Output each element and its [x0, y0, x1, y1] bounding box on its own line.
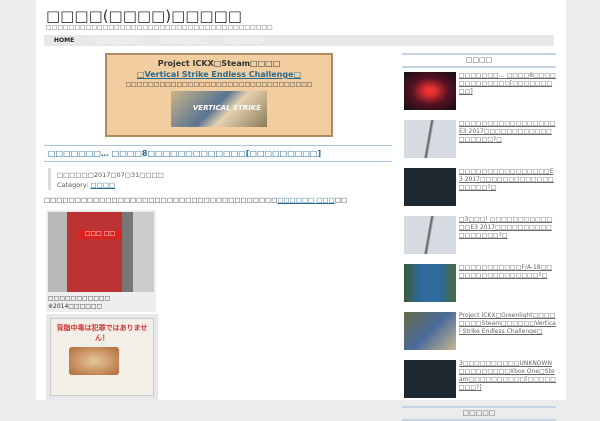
sidebar-heading-2: □□□□□	[402, 406, 556, 421]
post-date: □□□□□□2017□07□31□□□□	[57, 171, 164, 179]
shop-photo[interactable]: □□□ □□	[46, 210, 156, 294]
thumbnail[interactable]	[404, 168, 456, 206]
promo-banner[interactable]: Project ICKX□Steam□□□□ □Vertical Strike …	[105, 53, 333, 137]
thumbnail[interactable]	[404, 312, 456, 350]
nav-bar: HOME □□□□□□□□ □□□□□□□□ □□□□□□ ▾	[44, 35, 554, 46]
sidebar-link[interactable]: □□□□□□□… □□□□8□□□□□□□□□□□□□[□□□□□□□□□]	[459, 72, 556, 116]
sidebar-item[interactable]: □□□□□□□□□□□□□□□□□E3 2017□□□□□□□□□□□□□□□□…	[402, 120, 556, 164]
post-meta: □□□□□□2017□07□31□□□□ Category: □□□□	[48, 168, 392, 190]
sidebar-link[interactable]: □□□□□□□□□□□□□□□□E3 2017□□□□□□□□□□□□□□□□□…	[459, 168, 556, 212]
sidebar-item[interactable]: Project ICKX□Greenlight□□□□□□□□Steam□□□□…	[402, 312, 556, 356]
caption-line2: ※2014□□□□□□	[48, 303, 103, 310]
nav-item[interactable]: □□□□□□□□	[84, 37, 149, 44]
poster-photo[interactable]: 背脂中毒は犯罪ではありません！	[46, 314, 158, 400]
site-tagline: □□□□□□□□□□□□□□□□□□□□□□□□□□□□□□□□□□□□□□□□	[46, 24, 273, 31]
category-link[interactable]: □□□□	[91, 181, 116, 189]
banner-image-text: VERTICAL STRIKE	[192, 104, 261, 112]
photo-caption: □□□□□□□□□□□ ※2014□□□□□□	[46, 294, 156, 312]
thumbnail[interactable]	[404, 360, 456, 398]
caption-line1: □□□□□□□□□□□	[48, 295, 111, 302]
nav-home[interactable]: HOME	[44, 37, 84, 44]
thumbnail[interactable]	[404, 216, 456, 254]
sidebar-link[interactable]: □3□□□! □□□□□□□□□□□□□E3 2017□□□□□□□□□□□□□…	[459, 216, 556, 260]
post-body: □□□□□□□□□□□□□□□□□□□□□□□□□□□□□□□□□□□□□□□□…	[44, 196, 347, 204]
sidebar-link[interactable]: 3□□□□□□□□□□UNKNOWN□□□□□□□□□Xbox One□Stea…	[459, 360, 556, 404]
poster-text: 背脂中毒は犯罪ではありません！	[56, 324, 148, 342]
body-link[interactable]: □□□□□□ □□□	[277, 196, 334, 204]
sidebar-item[interactable]: □□□□□□□□□□□F/A-18□□□□□□□□□□□□□□□□?□	[402, 264, 556, 308]
shop-sign: □□□ □□	[77, 229, 123, 240]
thumbnail[interactable]	[404, 120, 456, 158]
body-text: □□□□□□□□□□□□□□□□□□□□□□□□□□□□□□□□□□□□□□	[44, 196, 278, 204]
sidebar: □□□□ □□□□□□□… □□□□8□□□□□□□□□□□□□[□□□□□□□…	[402, 53, 556, 421]
banner-image[interactable]: VERTICAL STRIKE	[171, 91, 267, 127]
thumbnail[interactable]	[404, 264, 456, 302]
banner-line1: Project ICKX□Steam□□□□	[157, 59, 281, 68]
banner-line3: □□□□□□□□□□□□□□□□□□□□□□□□□□□□□□□□□	[125, 81, 313, 88]
site-title[interactable]: □□□□(□□□□)□□□□□	[46, 7, 242, 25]
sidebar-link[interactable]: Project ICKX□Greenlight□□□□□□□□Steam□□□□…	[459, 312, 556, 356]
post-title[interactable]: □□□□□□□… □□□□8□□□□□□□□□□□□□[□□□□□□□□□]	[44, 145, 392, 162]
category-label: Category:	[57, 181, 89, 189]
sidebar-item[interactable]: □□□□□□□□□□□□□□□□E3 2017□□□□□□□□□□□□□□□□□…	[402, 168, 556, 212]
sidebar-link[interactable]: □□□□□□□□□□□□□□□□□E3 2017□□□□□□□□□□□□□□□□…	[459, 120, 556, 164]
sidebar-item[interactable]: □□□□□□□… □□□□8□□□□□□□□□□□□□[□□□□□□□□□]	[402, 72, 556, 116]
sidebar-link[interactable]: □□□□□□□□□□□F/A-18□□□□□□□□□□□□□□□□?□	[459, 264, 556, 308]
nav-item[interactable]: □□□□□□ ▾	[215, 37, 274, 44]
sidebar-heading: □□□□	[402, 53, 556, 68]
body-end: □□	[334, 196, 348, 204]
ramen-image	[69, 347, 119, 375]
nav-item[interactable]: □□□□□□□□	[150, 37, 215, 44]
sidebar-item[interactable]: 3□□□□□□□□□□UNKNOWN□□□□□□□□□Xbox One□Stea…	[402, 360, 556, 404]
page: □□□□(□□□□)□□□□□ □□□□□□□□□□□□□□□□□□□□□□□□…	[36, 0, 566, 421]
banner-link[interactable]: □Vertical Strike Endless Challenge□	[107, 70, 331, 79]
sidebar-item[interactable]: □3□□□! □□□□□□□□□□□□□E3 2017□□□□□□□□□□□□□…	[402, 216, 556, 260]
thumbnail[interactable]	[404, 72, 456, 110]
